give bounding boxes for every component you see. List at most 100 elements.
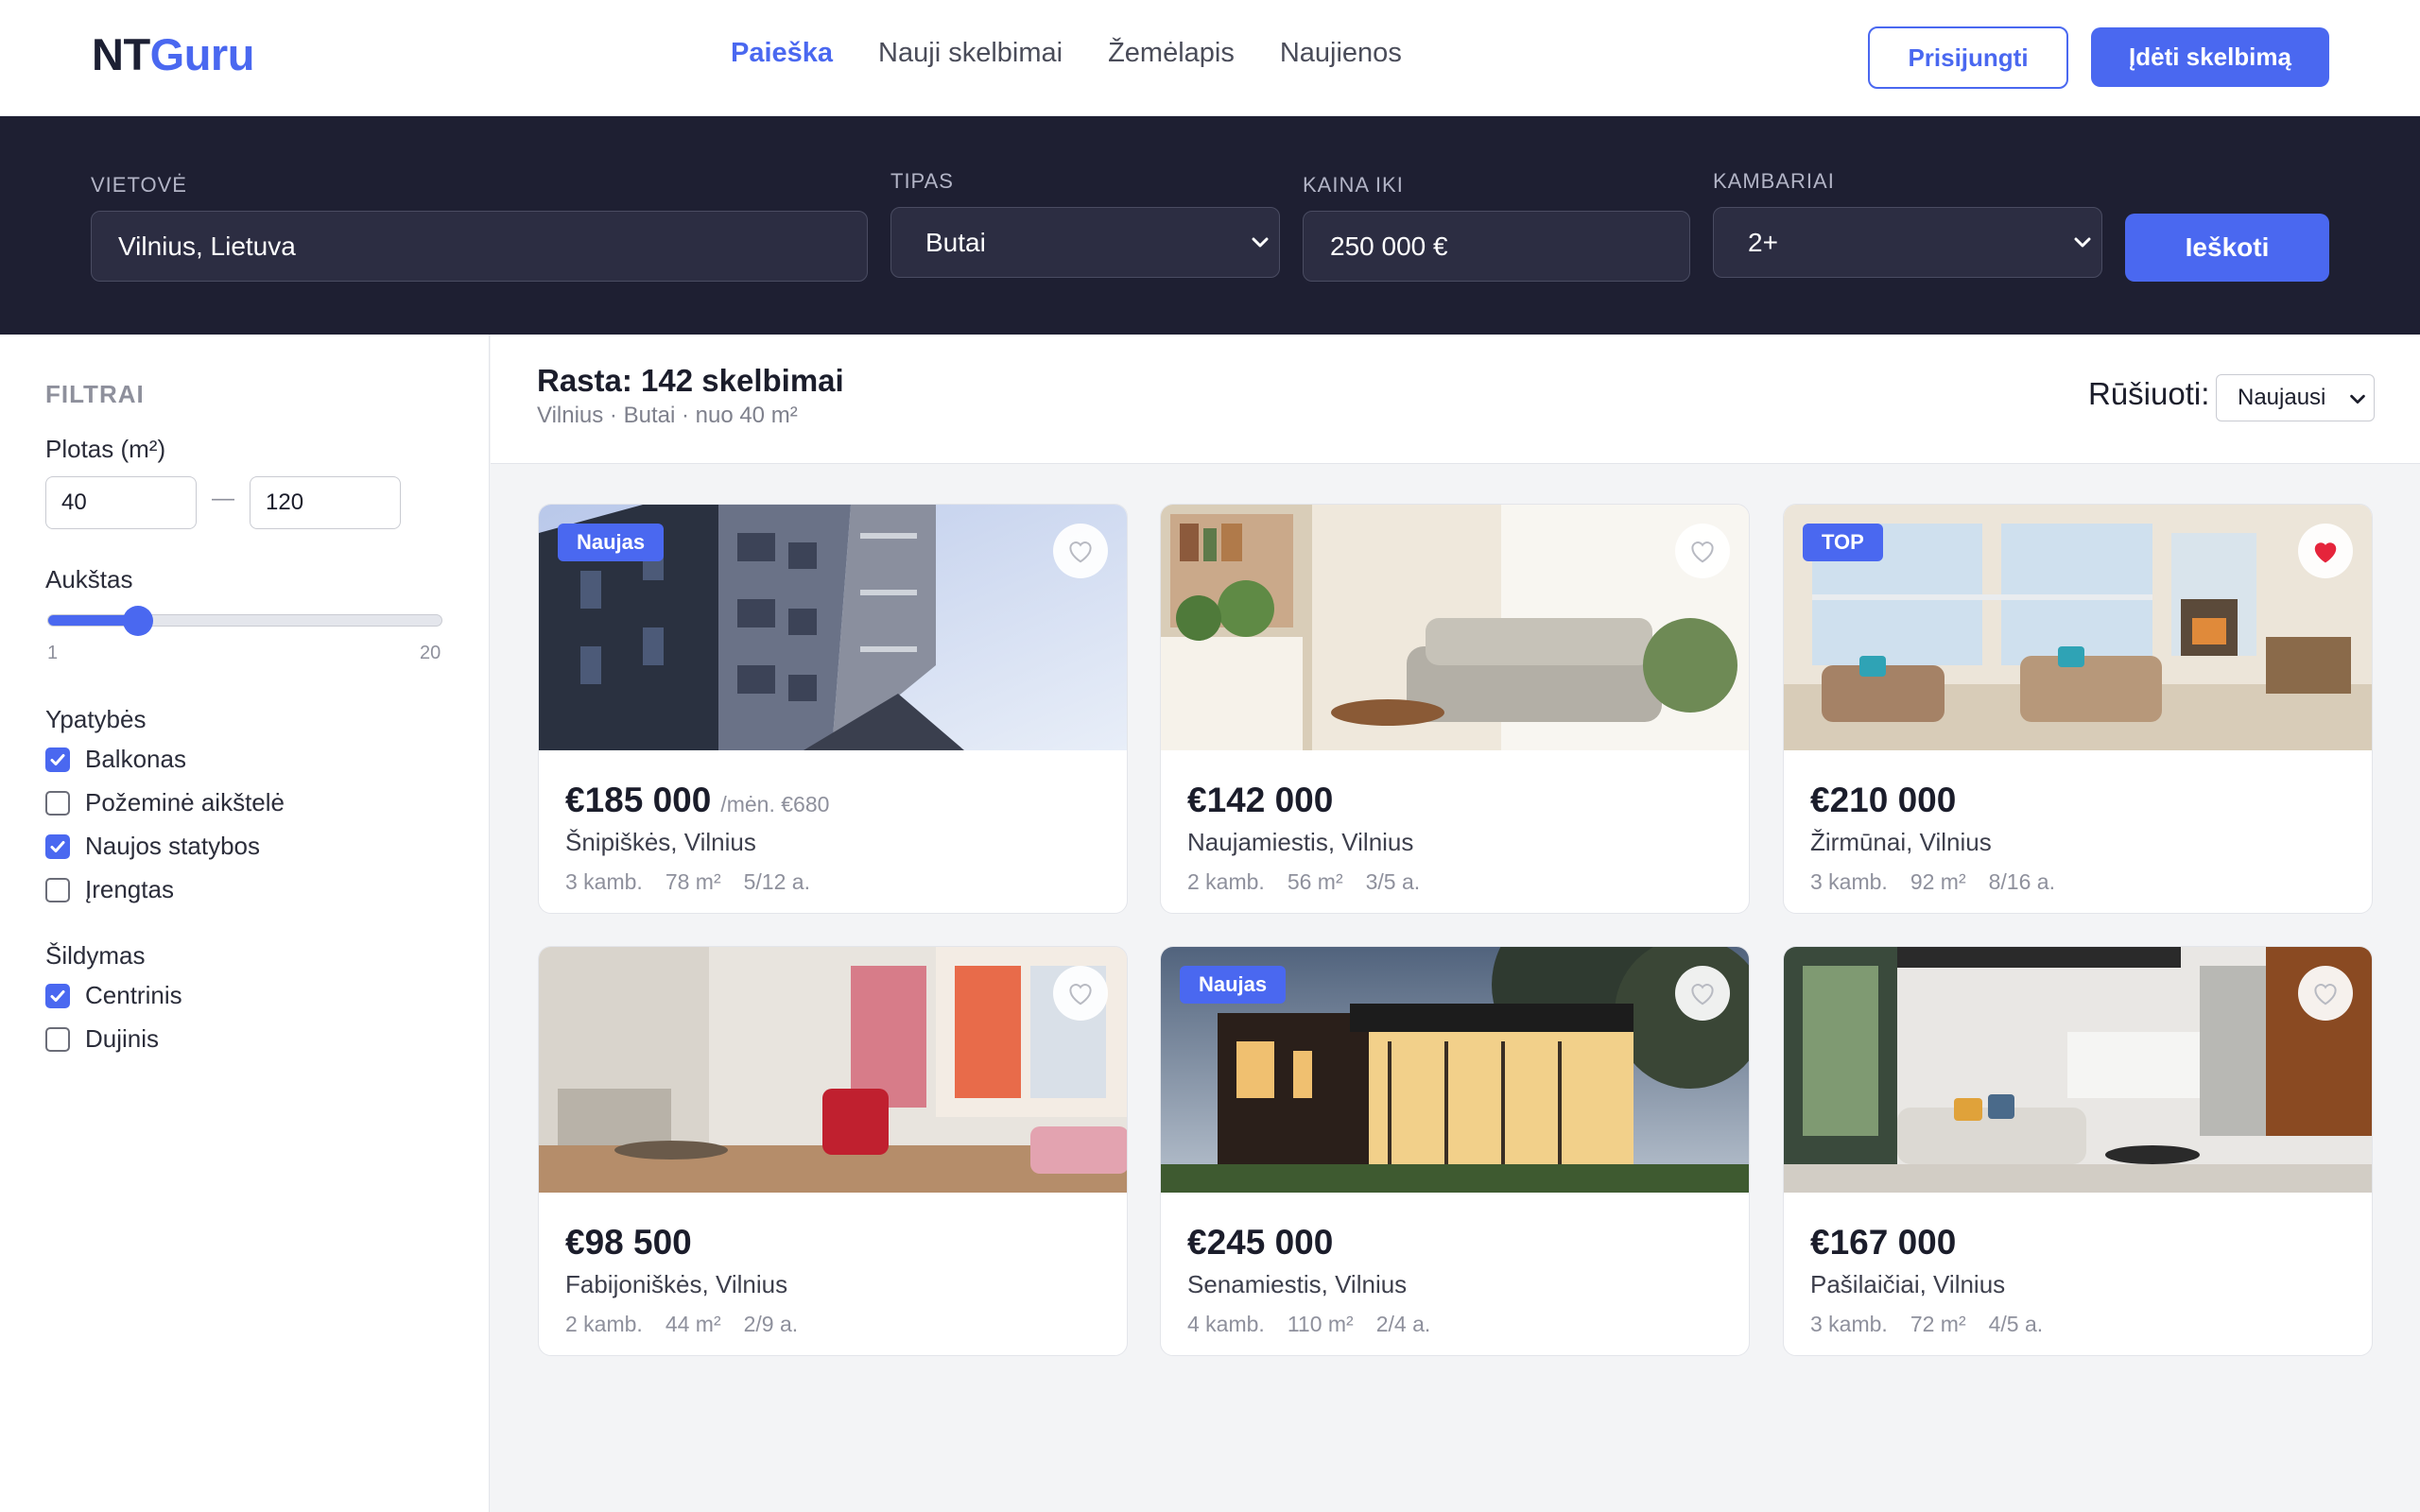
nav-news[interactable]: Naujienos <box>1280 38 1402 69</box>
listing-floor: 5/12 a. <box>743 869 810 894</box>
listing-price-row: €98 500 <box>565 1223 692 1263</box>
logo-part-guru: Guru <box>149 29 255 79</box>
price-input[interactable]: 250 000 € <box>1303 211 1690 282</box>
chevron-down-icon <box>1252 237 1269 248</box>
listing-price-row: €245 000 <box>1187 1223 1333 1263</box>
floor-max-tick: 20 <box>420 643 441 663</box>
location-value: Vilnius, Lietuva <box>118 231 296 261</box>
floor-slider-track[interactable] <box>47 614 442 627</box>
nav-map[interactable]: Žemėlapis <box>1108 38 1235 69</box>
location-input[interactable]: Vilnius, Lietuva <box>91 211 868 282</box>
type-field: TIPAS Butai <box>890 169 1280 278</box>
heating-option-label: Centrinis <box>85 981 182 1009</box>
listing-details: 4 kamb. 110 m² 2/4 a. <box>1187 1312 1430 1337</box>
feature-option-label: Balkonas <box>85 745 186 773</box>
heart-icon <box>1691 541 1714 563</box>
listing-area: 110 m² <box>1287 1312 1354 1336</box>
results-summary: Vilnius · Butai · nuo 40 m² <box>537 403 798 428</box>
listing-card[interactable]: TOP €210 000 Žirmūnai, Vilnius 3 kamb. 92 m²… <box>1783 504 2373 914</box>
feature-option-label: Požeminė aikštelė <box>85 788 285 816</box>
feature-option[interactable]: Naujos statybos <box>45 832 260 861</box>
heart-icon <box>2314 984 2337 1005</box>
feature-option[interactable]: Balkonas <box>45 745 186 774</box>
feature-option[interactable]: Įrengtas <box>45 875 174 904</box>
listing-floor: 2/4 a. <box>1375 1312 1431 1336</box>
results-header: Rasta: 142 skelbimai Vilnius · Butai · n… <box>491 335 2420 464</box>
listing-rooms: 3 kamb. <box>1810 1312 1888 1336</box>
listing-price: €167 000 <box>1810 1223 1957 1262</box>
add-listing-button[interactable]: Įdėti skelbimą <box>2091 27 2329 87</box>
listing-location: Naujamiestis, Vilnius <box>1187 828 1414 856</box>
search-bar: VIETOVĖ Vilnius, Lietuva TIPAS Butai KAI… <box>0 116 2420 335</box>
favorite-button[interactable] <box>1053 966 1108 1021</box>
listing-card[interactable]: €98 500 Fabijoniškės, Vilnius 2 kamb. 44 m²… <box>538 946 1128 1356</box>
chevron-down-icon <box>2350 394 2365 404</box>
rooms-select[interactable]: 2+ <box>1713 207 2102 278</box>
listing-badge: TOP <box>1803 524 1883 561</box>
listing-rooms: 3 kamb. <box>565 869 643 894</box>
favorite-button[interactable] <box>1675 524 1730 578</box>
heating-option[interactable]: Dujinis <box>45 1024 159 1054</box>
sort-label: Rūšiuoti: <box>2088 376 2210 411</box>
price-field: KAINA IKI 250 000 € <box>1303 173 1690 282</box>
sort-value: Naujausi <box>2238 385 2326 410</box>
checkbox[interactable] <box>45 983 70 1008</box>
top-navigation-bar: NTGuru Paieška Nauji skelbimai Žemėlapis… <box>0 0 2420 116</box>
listing-card[interactable]: Naujas €185 000/mėn. €680 Šnipiškės, Vilni… <box>538 504 1128 914</box>
favorite-button[interactable] <box>1675 966 1730 1021</box>
listing-floor: 4/5 a. <box>1988 1312 2044 1336</box>
listing-area: 78 m² <box>665 869 721 894</box>
checkbox[interactable] <box>45 790 70 816</box>
listing-price: €185 000 <box>565 781 712 819</box>
heating-option[interactable]: Centrinis <box>45 981 182 1010</box>
checkbox[interactable] <box>45 747 70 772</box>
search-button[interactable]: Ieškoti <box>2125 214 2329 282</box>
price-label: KAINA IKI <box>1303 173 1404 197</box>
area-max-value: 120 <box>266 490 304 515</box>
listing-photo[interactable] <box>1784 947 2372 1193</box>
listing-area: 72 m² <box>1910 1312 1966 1336</box>
type-value: Butai <box>925 227 986 257</box>
floor-slider-handle[interactable] <box>123 606 154 636</box>
favorite-button[interactable] <box>2298 524 2353 578</box>
floor-min-tick: 1 <box>47 643 59 663</box>
favorite-button[interactable] <box>1053 524 1108 578</box>
listing-price-extra: /mėn. €680 <box>720 792 830 816</box>
listing-card[interactable]: €142 000 Naujamiestis, Vilnius 2 kamb. 56 m… <box>1160 504 1750 914</box>
listing-photo[interactable] <box>539 947 1127 1193</box>
listing-location: Senamiestis, Vilnius <box>1187 1270 1408 1298</box>
area-min-value: 40 <box>61 490 87 515</box>
checkbox[interactable] <box>45 833 70 859</box>
type-select[interactable]: Butai <box>890 207 1280 278</box>
listing-area: 44 m² <box>665 1312 721 1336</box>
filters-sidebar: FILTRAI Plotas (m²) 40 — 120 Aukštas 1 2… <box>0 335 490 1512</box>
listing-rooms: 3 kamb. <box>1810 869 1888 894</box>
listing-floor: 3/5 a. <box>1365 869 1421 894</box>
feature-option-label: Naujos statybos <box>85 832 260 860</box>
sort-select[interactable]: Naujausi <box>2216 374 2375 421</box>
login-button[interactable]: Prisijungti <box>1868 26 2068 89</box>
check-icon <box>50 753 65 765</box>
listing-card[interactable]: Naujas €245 000 Senamiestis, Vilnius 4 kamb… <box>1160 946 1750 1356</box>
site-logo[interactable]: NTGuru <box>92 28 254 80</box>
listing-card[interactable]: €167 000 Pašilaičiai, Vilnius 3 kamb. 72 m²… <box>1783 946 2373 1356</box>
nav-search[interactable]: Paieška <box>731 38 833 69</box>
favorite-button[interactable] <box>2298 966 2353 1021</box>
listing-floor: 8/16 a. <box>1988 869 2055 894</box>
area-max-input[interactable]: 120 <box>250 476 401 529</box>
feature-option-label: Įrengtas <box>85 875 174 903</box>
chevron-down-icon <box>2074 237 2091 248</box>
area-separator: — <box>212 486 234 511</box>
heart-icon <box>1069 984 1092 1005</box>
heart-icon <box>1069 541 1092 563</box>
area-min-input[interactable]: 40 <box>45 476 197 529</box>
listing-floor: 2/9 a. <box>743 1312 799 1336</box>
listing-price-row: €210 000 <box>1810 781 1956 820</box>
listing-rooms: 2 kamb. <box>565 1312 643 1336</box>
listing-photo[interactable] <box>1161 505 1749 750</box>
nav-new-listings[interactable]: Nauji skelbimai <box>878 38 1063 69</box>
checkbox[interactable] <box>45 1026 70 1052</box>
rooms-label: KAMBARIAI <box>1713 169 1835 193</box>
checkbox[interactable] <box>45 877 70 902</box>
feature-option[interactable]: Požeminė aikštelė <box>45 788 285 817</box>
